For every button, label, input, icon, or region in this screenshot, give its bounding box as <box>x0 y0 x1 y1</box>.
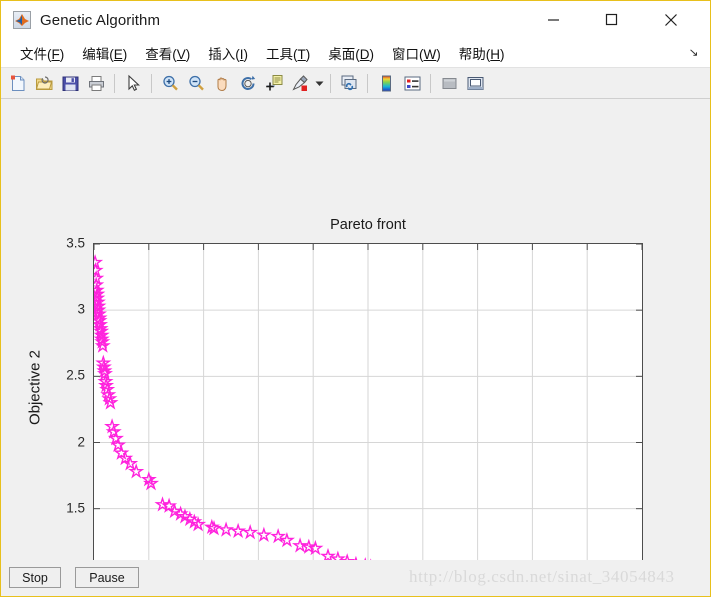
toolbar-separator <box>430 73 431 93</box>
toolbar-separator <box>330 73 331 93</box>
menu-accel: D <box>359 47 370 62</box>
menu-bar: 文件(F) 编辑(E) 查看(V) 插入(I) 工具(T) 桌面(D) 窗口(W… <box>1 39 710 67</box>
window-title: Genetic Algorithm <box>40 11 161 29</box>
menu-accel: I <box>239 47 244 62</box>
maximize-icon[interactable] <box>588 1 634 38</box>
menu-label: 编辑 <box>82 47 110 62</box>
title-bar: Genetic Algorithm <box>1 1 710 39</box>
link-plot-icon[interactable] <box>336 70 362 96</box>
y-tick-label: 1.5 <box>66 500 85 516</box>
y-axis-label: Objective 2 <box>26 349 44 426</box>
minimize-icon[interactable] <box>530 1 576 38</box>
menu-accel: W <box>423 47 437 62</box>
toolbar-separator <box>151 73 152 93</box>
matlab-icon <box>13 11 31 29</box>
menu-item-tools[interactable]: 工具(T) <box>257 41 319 65</box>
toolbar-separator <box>114 73 115 93</box>
menu-item-insert[interactable]: 插入(I) <box>199 41 257 65</box>
y-tick-label: 2 <box>77 434 85 449</box>
menu-label: 查看 <box>145 47 173 62</box>
menu-item-help[interactable]: 帮助(H) <box>450 41 514 65</box>
chart-title: Pareto front <box>330 217 406 233</box>
zoom-out-icon[interactable] <box>183 70 209 96</box>
toolbar <box>1 67 710 99</box>
close-icon[interactable] <box>648 1 694 38</box>
figure-canvas: Pareto front Objective 2 0.511.522.533.5… <box>1 99 710 596</box>
menu-label: 工具 <box>266 47 294 62</box>
colorbar-icon[interactable] <box>373 70 399 96</box>
menu-overflow-icon[interactable]: ↘ <box>688 46 698 59</box>
y-tick-label: 3.5 <box>66 235 85 251</box>
data-cursor-icon[interactable] <box>261 70 287 96</box>
menu-accel: V <box>176 47 186 62</box>
open-file-icon[interactable] <box>31 70 57 96</box>
menu-label: 文件 <box>20 47 47 62</box>
new-figure-icon[interactable] <box>5 70 31 96</box>
menu-label: 桌面 <box>328 47 356 62</box>
menu-item-desktop[interactable]: 桌面(D) <box>319 41 383 65</box>
dropdown-arrow-icon[interactable] <box>313 70 325 96</box>
menu-item-view[interactable]: 查看(V) <box>136 41 199 65</box>
zoom-in-icon[interactable] <box>157 70 183 96</box>
data-points-layer <box>94 254 538 596</box>
menu-item-edit[interactable]: 编辑(E) <box>73 41 136 65</box>
menu-item-window[interactable]: 窗口(W) <box>383 41 450 65</box>
menu-accel: E <box>113 47 123 62</box>
menu-label: 窗口 <box>392 47 420 62</box>
pointer-icon[interactable] <box>120 70 146 96</box>
show-plot-tools-icon[interactable] <box>462 70 488 96</box>
print-figure-icon[interactable] <box>83 70 109 96</box>
pause-button[interactable]: Pause <box>75 567 139 588</box>
hide-plot-tools-icon[interactable] <box>436 70 462 96</box>
y-tick-labels: 0.511.522.533.5 <box>45 99 85 591</box>
menu-item-file[interactable]: 文件(F) <box>11 41 73 65</box>
menu-accel: H <box>490 47 501 62</box>
menu-accel: F <box>51 47 60 62</box>
legend-icon[interactable] <box>399 70 425 96</box>
rotate-3d-icon[interactable] <box>235 70 261 96</box>
stop-button[interactable]: Stop <box>9 567 61 588</box>
brush-data-icon[interactable] <box>287 70 313 96</box>
figure-window: Genetic Algorithm 文件(F) 编辑(E) 查看(V) 插入(I… <box>0 0 711 597</box>
plot-area[interactable] <box>93 243 643 596</box>
menu-label: 帮助 <box>458 47 486 62</box>
y-tick-label: 2.5 <box>66 367 85 383</box>
toolbar-separator <box>367 73 368 93</box>
save-figure-icon[interactable] <box>57 70 83 96</box>
watermark-text: http://blog.csdn.net/sinat_34054843 <box>409 567 675 586</box>
pan-icon[interactable] <box>209 70 235 96</box>
menu-label: 插入 <box>208 47 236 62</box>
y-tick-label: 3 <box>77 301 85 317</box>
menu-accel: T <box>297 47 306 62</box>
